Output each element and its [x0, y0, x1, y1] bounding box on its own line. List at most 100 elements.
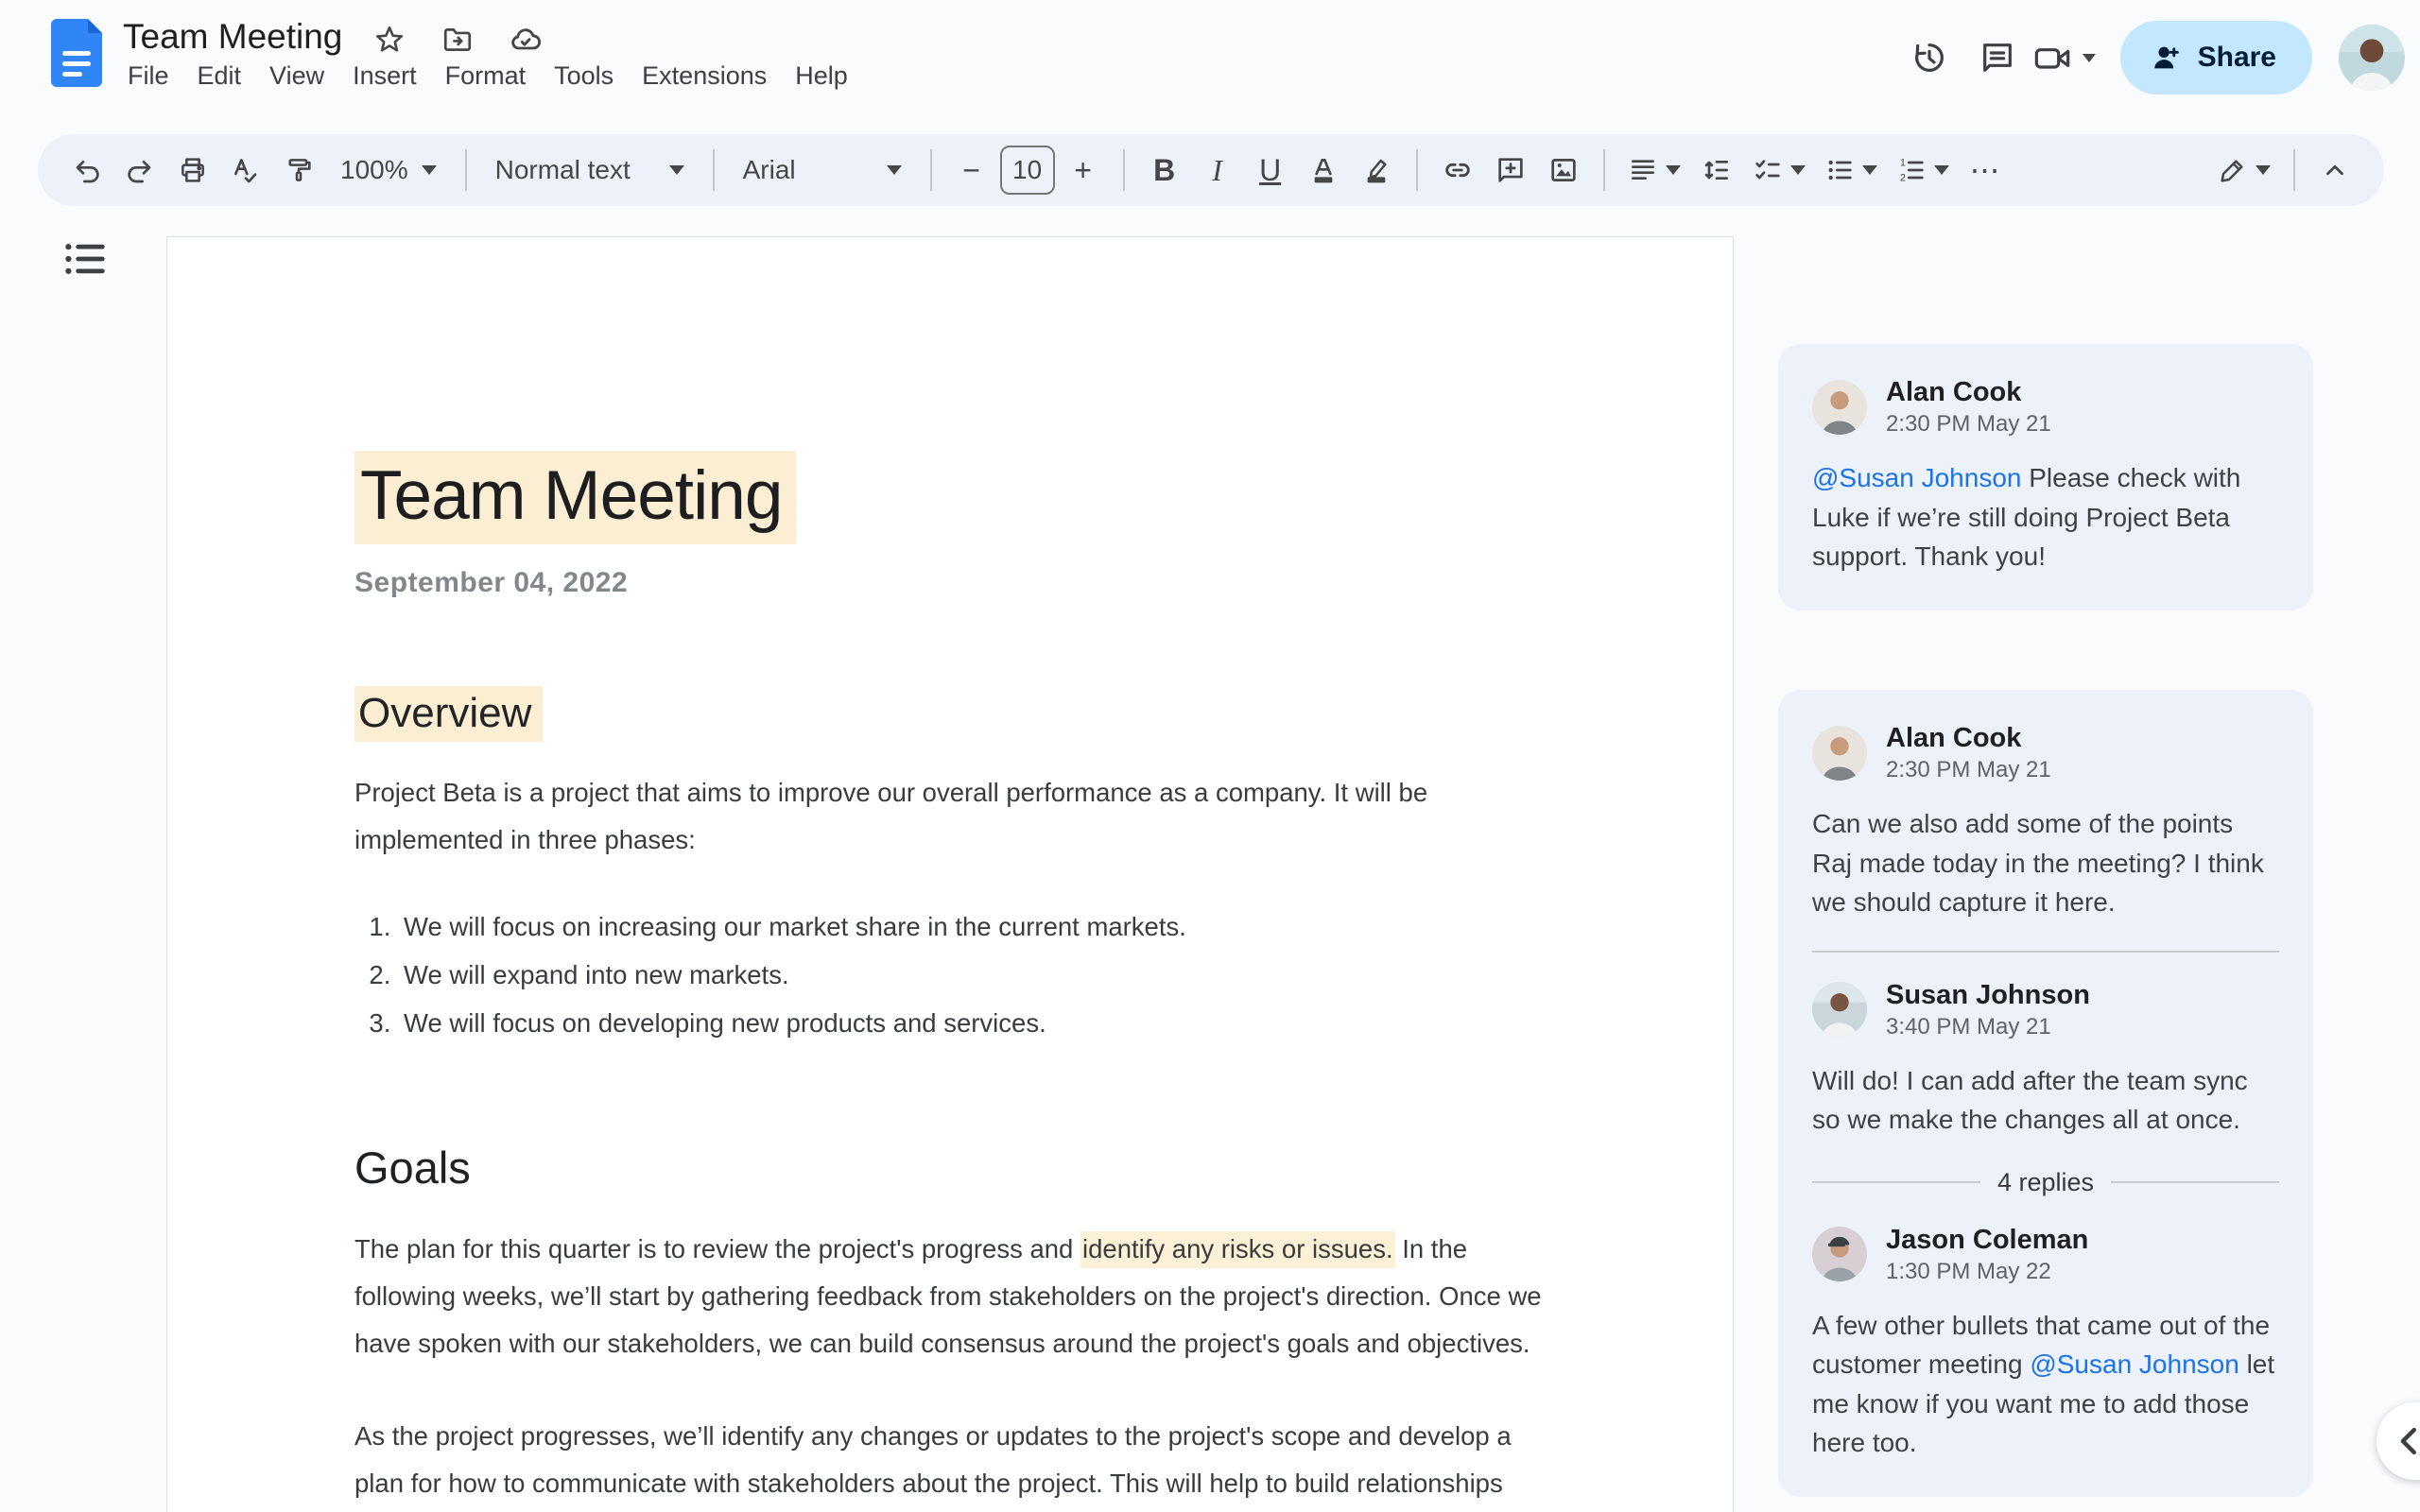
hide-comments-edge-button[interactable]: [2377, 1402, 2420, 1480]
meet-caret-icon: [2082, 53, 2096, 62]
menu-file[interactable]: File: [113, 55, 183, 97]
cloud-status-icon[interactable]: [507, 21, 544, 59]
chevron-down-icon: [2256, 165, 2271, 175]
undo-icon[interactable]: [62, 144, 112, 197]
numbered-list-button[interactable]: 1 2: [1889, 144, 1957, 197]
menu-edit[interactable]: Edit: [183, 55, 256, 97]
spellcheck-icon[interactable]: [221, 144, 270, 197]
comment-time: 1:30 PM May 22: [1886, 1258, 2051, 1284]
menu-help[interactable]: Help: [781, 55, 862, 97]
comment-body: A few other bullets that came out of the…: [1812, 1310, 2275, 1458]
svg-text:1: 1: [1900, 157, 1906, 168]
phases-list: We will focus on increasing our market s…: [354, 903, 1547, 1047]
svg-text:2: 2: [1900, 172, 1906, 183]
toolbar: 100% Normal text Arial − 10 + B I U 1 2 …: [38, 134, 2384, 206]
comment-thread-1[interactable]: Alan Cook 2:30 PM May 21 @Susan Johnson …: [1778, 344, 2313, 610]
increase-font-size-button[interactable]: +: [1059, 144, 1108, 197]
comment-author: Jason Coleman: [1886, 1224, 2089, 1255]
avatar-alan-cook: [1812, 725, 1867, 781]
paragraph-style-select[interactable]: Normal text: [482, 144, 698, 197]
more-icon[interactable]: ⋯: [1961, 144, 2010, 197]
menu-bar: File Edit View Insert Format Tools Exten…: [113, 55, 862, 97]
chevron-down-icon: [668, 165, 684, 175]
highlight-color-icon[interactable]: [1352, 144, 1401, 197]
goals-paragraph-2: As the project progresses, we’ll identif…: [354, 1421, 1512, 1498]
font-select[interactable]: Arial: [730, 144, 915, 197]
text-color-icon[interactable]: [1299, 144, 1348, 197]
mention-link[interactable]: @Susan Johnson: [2030, 1349, 2238, 1379]
divider: [464, 149, 467, 191]
chevron-down-icon: [886, 165, 902, 175]
bold-icon[interactable]: B: [1140, 144, 1189, 197]
comment-author: Alan Cook: [1886, 723, 2022, 753]
divider: [1122, 149, 1125, 191]
print-icon[interactable]: [168, 144, 217, 197]
document-title[interactable]: Team Meeting: [123, 17, 342, 57]
zoom-value: 100%: [340, 155, 408, 184]
divider: [1415, 149, 1418, 191]
share-button[interactable]: Share: [2119, 21, 2312, 94]
overview-heading: Overview: [354, 686, 1547, 742]
divider: [2293, 149, 2295, 191]
insert-link-icon[interactable]: [1433, 144, 1482, 197]
font-size-field[interactable]: 10: [999, 146, 1055, 195]
doc-title-text: Team Meeting: [354, 451, 796, 544]
goals-heading: Goals: [354, 1143, 471, 1193]
chevron-left-icon: [2400, 1427, 2417, 1455]
move-folder-icon[interactable]: [439, 21, 476, 59]
checklist-icon: [1754, 160, 1780, 180]
checklist-button[interactable]: [1745, 144, 1813, 197]
bulleted-list-icon: [1828, 160, 1852, 180]
comment-thread-2[interactable]: Alan Cook 2:30 PM May 21 Can we also add…: [1778, 690, 2313, 1497]
paint-format-icon[interactable]: [274, 144, 323, 197]
goals-paragraph-1: The plan for this quarter is to review t…: [354, 1226, 1547, 1367]
replies-separator[interactable]: 4 replies: [1812, 1168, 2279, 1197]
comment-body: Can we also add some of the points Raj m…: [1812, 809, 2264, 917]
version-history-icon[interactable]: [1895, 24, 1963, 92]
share-label: Share: [2197, 42, 2276, 73]
menu-tools[interactable]: Tools: [540, 55, 628, 97]
avatar-alan-cook: [1812, 379, 1867, 435]
collapse-toolbar-icon[interactable]: [2310, 144, 2360, 197]
open-comments-icon[interactable]: [1963, 24, 2031, 92]
star-icon[interactable]: [371, 21, 408, 59]
italic-icon[interactable]: I: [1193, 144, 1242, 197]
chevron-down-icon: [1933, 165, 1949, 175]
google-docs-logo-icon[interactable]: [51, 19, 102, 87]
align-icon: [1631, 160, 1654, 180]
add-comment-icon[interactable]: [1486, 144, 1535, 197]
divider: [1602, 149, 1605, 191]
menu-view[interactable]: View: [255, 55, 338, 97]
chevron-down-icon: [421, 165, 437, 175]
menu-extensions[interactable]: Extensions: [628, 55, 781, 97]
comment-body: Will do! I can add after the team sync s…: [1812, 1065, 2248, 1135]
line-spacing-icon[interactable]: [1692, 144, 1741, 197]
editing-mode-button[interactable]: [2210, 144, 2278, 197]
mention-link[interactable]: @Susan Johnson: [1812, 463, 2021, 492]
bulleted-list-button[interactable]: [1817, 144, 1885, 197]
divider: [712, 149, 715, 191]
insert-image-icon[interactable]: [1539, 144, 1588, 197]
avatar-jason-coleman: [1812, 1227, 1867, 1281]
decrease-font-size-button[interactable]: −: [947, 144, 996, 197]
document-page[interactable]: Team Meeting September 04, 2022 Overview…: [166, 236, 1734, 1512]
zoom-select[interactable]: 100%: [327, 144, 450, 197]
redo-icon[interactable]: [115, 144, 164, 197]
chevron-down-icon: [1665, 165, 1681, 175]
list-item: We will expand into new markets.: [398, 952, 1547, 999]
list-item: We will focus on increasing our market s…: [398, 903, 1547, 951]
divider: [2111, 1181, 2279, 1183]
menu-insert[interactable]: Insert: [338, 55, 431, 97]
account-avatar[interactable]: [2339, 25, 2405, 91]
font-value: Arial: [742, 155, 796, 184]
menu-format[interactable]: Format: [431, 55, 541, 97]
list-item: We will focus on developing new products…: [398, 1000, 1547, 1047]
document-outline-icon[interactable]: [59, 234, 112, 284]
chevron-down-icon: [1861, 165, 1877, 175]
align-button[interactable]: [1620, 144, 1688, 197]
comment-author: Susan Johnson: [1886, 979, 2090, 1010]
editing-mode-pen-icon: [2221, 160, 2243, 182]
meet-video-button[interactable]: [2031, 39, 2096, 77]
underline-icon[interactable]: U: [1246, 144, 1295, 197]
highlighted-text: identify any risks or issues.: [1080, 1231, 1395, 1268]
